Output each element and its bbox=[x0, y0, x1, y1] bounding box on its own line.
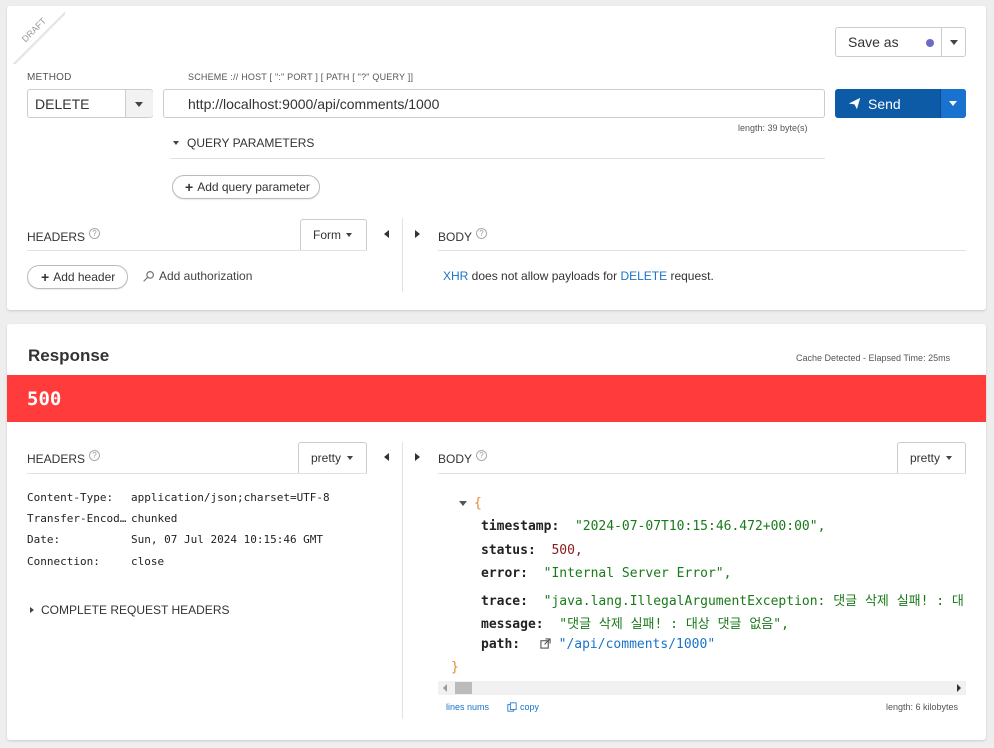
cache-info: Cache Detected - Elapsed Time: 25ms bbox=[796, 353, 951, 363]
response-length: length: 6 kilobytes bbox=[886, 702, 959, 712]
url-hint-label: SCHEME :// HOST [ ":" PORT ] [ PATH [ "?… bbox=[188, 72, 414, 82]
save-as-label: Save as bbox=[848, 34, 899, 50]
key-icon bbox=[143, 270, 154, 282]
response-body-mode: pretty bbox=[910, 451, 941, 465]
collapse-left-icon[interactable] bbox=[384, 230, 389, 238]
expand-right-icon[interactable] bbox=[415, 453, 420, 461]
method-select[interactable]: DELETE bbox=[27, 89, 153, 118]
help-icon[interactable]: ? bbox=[89, 228, 101, 239]
add-header-label: Add header bbox=[53, 270, 116, 284]
scroll-right-icon[interactable] bbox=[957, 684, 961, 692]
caret-down-icon bbox=[173, 141, 179, 145]
json-line-status: status: 500, bbox=[481, 543, 583, 558]
json-close-line: } bbox=[451, 660, 459, 675]
scrollbar-thumb[interactable] bbox=[455, 682, 472, 694]
chevron-down-icon bbox=[135, 102, 143, 107]
json-viewer: { timestamp: "2024-07-07T10:15:46.472+00… bbox=[438, 484, 966, 679]
send-label: Send bbox=[868, 95, 901, 112]
xhr-link[interactable]: XHR bbox=[443, 269, 468, 283]
json-line-timestamp: timestamp: "2024-07-07T10:15:46.472+00:0… bbox=[481, 519, 826, 534]
paper-plane-icon bbox=[848, 97, 861, 110]
external-link-icon[interactable] bbox=[540, 638, 551, 649]
unsaved-dot-icon bbox=[926, 39, 934, 47]
response-body-mode-select[interactable]: pretty bbox=[897, 442, 966, 473]
request-headers-title: HEADERS? bbox=[27, 228, 101, 244]
add-header-button[interactable]: + Add header bbox=[27, 265, 128, 289]
header-row: Connection: close bbox=[27, 555, 165, 568]
response-title: Response bbox=[28, 346, 110, 365]
save-as-dropdown-divider bbox=[941, 28, 942, 56]
method-link[interactable]: DELETE bbox=[620, 269, 667, 283]
json-collapse-icon[interactable] bbox=[459, 501, 467, 506]
add-query-param-label: Add query parameter bbox=[197, 180, 310, 194]
caret-right-icon bbox=[30, 607, 34, 613]
method-label: METHOD bbox=[27, 72, 72, 83]
json-line-message: message: "댓글 삭제 실패! : 대상 댓글 없음", bbox=[481, 617, 789, 632]
copy-icon bbox=[507, 702, 517, 712]
add-query-param-button[interactable]: + Add query parameter bbox=[172, 175, 320, 199]
draft-ribbon: DRAFT bbox=[7, 6, 65, 64]
path-link[interactable]: "/api/comments/1000" bbox=[559, 637, 716, 652]
header-row: Content-Type: application/json;charset=UT… bbox=[27, 491, 330, 504]
send-button[interactable]: Send bbox=[835, 89, 966, 118]
add-authorization-label: Add authorization bbox=[159, 269, 253, 283]
plus-icon: + bbox=[41, 269, 50, 285]
status-bar: 500 bbox=[7, 375, 986, 422]
chevron-down-icon bbox=[346, 233, 352, 237]
url-value: http://localhost:9000/api/comments/1000 bbox=[188, 95, 440, 112]
header-row: Transfer-Encod… chunked bbox=[27, 512, 178, 525]
chevron-down-icon bbox=[347, 456, 354, 460]
help-icon[interactable]: ? bbox=[89, 450, 101, 461]
method-value: DELETE bbox=[35, 95, 90, 112]
chevron-down-icon bbox=[946, 456, 953, 460]
response-body-title: BODY? bbox=[438, 450, 488, 466]
status-code: 500 bbox=[27, 388, 62, 410]
chevron-down-icon bbox=[949, 101, 957, 106]
url-length: length: 39 byte(s) bbox=[738, 123, 808, 133]
send-options-button[interactable] bbox=[940, 89, 966, 118]
response-panel: Response Cache Detected - Elapsed Time: … bbox=[7, 324, 986, 740]
help-icon[interactable]: ? bbox=[476, 450, 488, 461]
horizontal-scrollbar[interactable] bbox=[438, 681, 966, 695]
lines-nums-link[interactable]: lines nums bbox=[446, 702, 489, 712]
response-headers-mode: pretty bbox=[311, 451, 342, 465]
add-authorization-link[interactable]: Add authorization bbox=[142, 269, 252, 283]
json-line-path: path: "/api/comments/1000" bbox=[481, 637, 716, 652]
json-line-trace: trace: "java.lang.IllegalArgumentExcepti… bbox=[481, 594, 964, 609]
request-panel: DRAFT Save as METHOD DELETE SCHEME :// H… bbox=[7, 6, 986, 310]
collapse-left-icon[interactable] bbox=[384, 453, 389, 461]
complete-request-headers-label: COMPLETE REQUEST HEADERS bbox=[41, 603, 230, 617]
response-headers-mode-select[interactable]: pretty bbox=[298, 442, 367, 473]
copy-label: copy bbox=[520, 702, 540, 712]
complete-request-headers-toggle[interactable]: COMPLETE REQUEST HEADERS bbox=[30, 603, 229, 617]
request-headers-mode-select[interactable]: Form bbox=[300, 219, 367, 250]
json-line-error: error: "Internal Server Error", bbox=[481, 566, 732, 581]
help-icon[interactable]: ? bbox=[476, 228, 488, 239]
url-input[interactable]: http://localhost:9000/api/comments/1000 bbox=[163, 89, 825, 118]
header-row: Date: Sun, 07 Jul 2024 10:15:46 GMT bbox=[27, 533, 324, 546]
save-as-button[interactable]: Save as bbox=[835, 27, 966, 57]
request-body-title: BODY? bbox=[438, 228, 488, 244]
draft-label: DRAFT bbox=[19, 15, 49, 45]
query-params-label: QUERY PARAMETERS bbox=[187, 136, 315, 150]
request-headers-mode: Form bbox=[313, 228, 341, 242]
scroll-left-icon[interactable] bbox=[443, 684, 447, 692]
response-headers-title: HEADERS? bbox=[27, 450, 101, 466]
query-params-toggle[interactable]: QUERY PARAMETERS bbox=[173, 136, 314, 150]
copy-link[interactable]: copy bbox=[507, 702, 539, 712]
body-notice: XHR does not allow payloads for DELETE r… bbox=[443, 269, 714, 283]
divider bbox=[170, 158, 825, 159]
plus-icon: + bbox=[185, 179, 194, 195]
json-open-line: { bbox=[459, 496, 482, 511]
chevron-down-icon[interactable] bbox=[950, 40, 958, 45]
expand-right-icon[interactable] bbox=[415, 230, 420, 238]
